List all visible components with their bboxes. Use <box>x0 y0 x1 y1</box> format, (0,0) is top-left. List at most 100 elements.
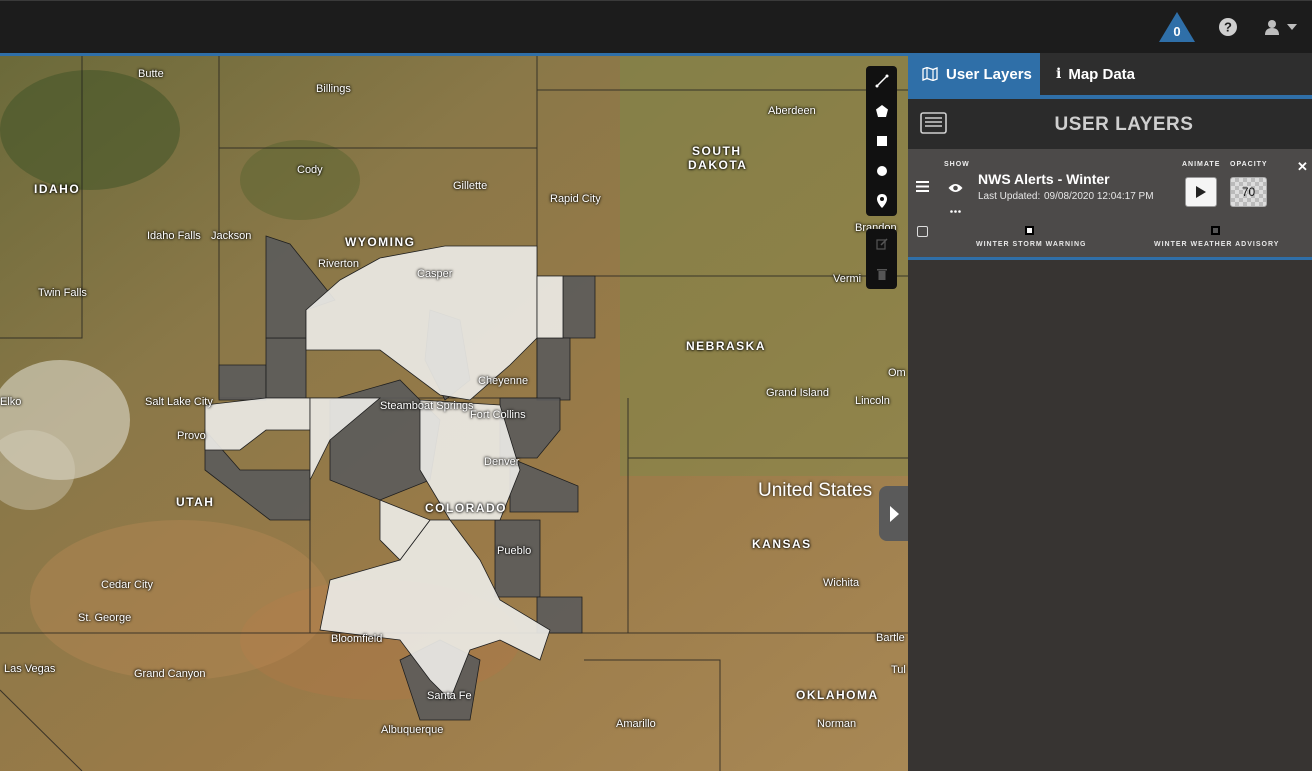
rectangle-tool-button[interactable] <box>866 126 897 156</box>
help-button[interactable]: ? <box>1217 11 1239 43</box>
map-label-state: DAKOTA <box>688 158 748 172</box>
user-menu-button[interactable] <box>1262 11 1300 43</box>
opacity-column-label: OPACITY <box>1230 161 1268 168</box>
edit-tool-icon <box>875 238 888 250</box>
map-icon <box>922 67 938 81</box>
map-label-city: Albuquerque <box>381 724 444 736</box>
map-label-state: NEBRASKA <box>686 339 767 353</box>
map-label-city: Santa Fe <box>427 690 472 702</box>
map-label-city: Rapid City <box>550 193 601 205</box>
map-label-city: Salt Lake City <box>145 396 213 408</box>
layer-list-button[interactable] <box>920 112 947 139</box>
collapse-panel-button[interactable] <box>879 486 908 541</box>
map-label-state: IDAHO <box>34 182 81 196</box>
map-label-state: WYOMING <box>345 235 416 249</box>
panel-title: USER LAYERS <box>1054 114 1194 135</box>
map-label-city: Twin Falls <box>38 287 87 299</box>
ellipsis-icon <box>950 210 961 213</box>
panel-header: USER LAYERS <box>908 99 1312 149</box>
map-label-state: SOUTH <box>692 144 742 158</box>
animate-play-button[interactable] <box>1185 177 1217 207</box>
play-icon <box>1196 186 1206 198</box>
map-label-city: Jackson <box>211 230 252 242</box>
tab-map-data-label: Map Data <box>1068 65 1136 83</box>
map-label-city: Elko <box>0 396 22 408</box>
map-label-city: Grand Island <box>766 387 829 399</box>
marker-tool-button[interactable] <box>866 186 897 216</box>
legend-swatch-advisory <box>1211 226 1220 235</box>
layer-select-checkbox[interactable] <box>917 226 928 237</box>
map-label-city: Norman <box>817 718 857 730</box>
chevron-right-icon <box>889 505 899 522</box>
map-label-country: United States <box>758 480 873 501</box>
top-navigation-bar: 0 ? <box>0 0 1312 53</box>
svg-text:?: ? <box>1224 20 1232 35</box>
tab-map-data[interactable]: i Map Data <box>1040 53 1160 95</box>
user-icon <box>1265 20 1279 35</box>
polygon-tool-button[interactable] <box>866 96 897 126</box>
map-label-city: Billings <box>316 83 351 95</box>
drag-handle[interactable] <box>916 179 929 197</box>
map-label-city: Lincoln <box>855 395 890 407</box>
map-label-state: KANSAS <box>752 537 812 551</box>
legend-label-advisory: WINTER WEATHER ADVISORY <box>1154 241 1280 248</box>
alert-count-badge: 0 <box>1173 24 1181 39</box>
panel-tabs: User Layers i Map Data <box>908 53 1312 95</box>
map-label-city: St. George <box>78 612 132 624</box>
polygon-tool-icon <box>875 105 888 117</box>
map-label-city: Cody <box>297 164 323 176</box>
rectangle-tool-icon <box>876 136 887 146</box>
map-label-city: Riverton <box>318 258 359 270</box>
edit-toolbar <box>866 229 897 289</box>
edit-tool-button[interactable] <box>866 229 897 259</box>
legend-label-warning: WINTER STORM WARNING <box>976 241 1087 248</box>
map-label-city: Bartle <box>876 632 905 644</box>
user-layers-panel: User Layers i Map Data USER LAYERS SHOW … <box>908 53 1312 771</box>
layer-card: SHOW ANIMATE OPACITY ✕ NWS Alerts - Wint… <box>908 149 1312 260</box>
map-label-city: Denver <box>484 456 520 468</box>
tab-user-layers[interactable]: User Layers <box>908 53 1040 95</box>
map-label-city: Steamboat Springs <box>380 400 474 412</box>
map-label-state: OKLAHOMA <box>796 688 879 702</box>
last-updated-value: 09/08/2020 12:04:17 PM <box>1044 191 1154 202</box>
alerts-button[interactable]: 0 <box>1158 11 1196 43</box>
map-label-city: Pueblo <box>497 545 532 557</box>
map-label-city: Om <box>888 367 906 379</box>
remove-layer-button[interactable]: ✕ <box>1297 159 1308 175</box>
map-label-city: Wichita <box>823 577 860 589</box>
map-label-city: Vermi <box>833 273 862 285</box>
satellite-map[interactable]: United States IDAHO WYOMING SOUTH DAKOTA… <box>0 56 908 771</box>
draw-toolbar <box>866 66 897 216</box>
map-label-city: Cedar City <box>101 579 153 591</box>
animate-column-label: ANIMATE <box>1182 161 1221 168</box>
map-label-state: COLORADO <box>425 501 507 515</box>
map-label-city: Cheyenne <box>478 375 529 387</box>
circle-tool-button[interactable] <box>866 156 897 186</box>
eye-icon <box>948 184 963 192</box>
map-label-city: Las Vegas <box>4 663 56 675</box>
opacity-input[interactable]: 70 <box>1230 177 1267 207</box>
circle-tool-icon <box>876 166 887 176</box>
legend-swatch-warning <box>1025 226 1034 235</box>
trash-tool-button[interactable] <box>866 259 897 289</box>
map-label-city: Aberdeen <box>768 105 816 117</box>
tab-user-layers-label: User Layers <box>946 65 1032 83</box>
map-label-city: Provo <box>177 430 206 442</box>
map-label-city: Bloomfield <box>331 633 383 645</box>
map-label-city: Casper <box>417 268 453 280</box>
toggle-visibility-button[interactable] <box>948 180 963 198</box>
trash-tool-icon <box>876 269 887 280</box>
map-label-city: Idaho Falls <box>147 230 201 242</box>
map-label-city: Amarillo <box>616 718 656 730</box>
map-label-state: UTAH <box>176 495 215 509</box>
caret-down-icon <box>1287 24 1297 30</box>
help-circle-icon: ? <box>1219 18 1237 36</box>
map-label-city: Grand Canyon <box>134 668 206 680</box>
layer-name: NWS Alerts - Winter <box>978 171 1110 187</box>
hamburger-icon <box>916 181 929 192</box>
line-tool-button[interactable] <box>866 66 897 96</box>
map-label-city: Fort Collins <box>470 409 526 421</box>
marker-tool-icon <box>876 194 887 208</box>
map-label-city: Butte <box>138 68 164 80</box>
layer-options-button[interactable] <box>950 200 961 218</box>
